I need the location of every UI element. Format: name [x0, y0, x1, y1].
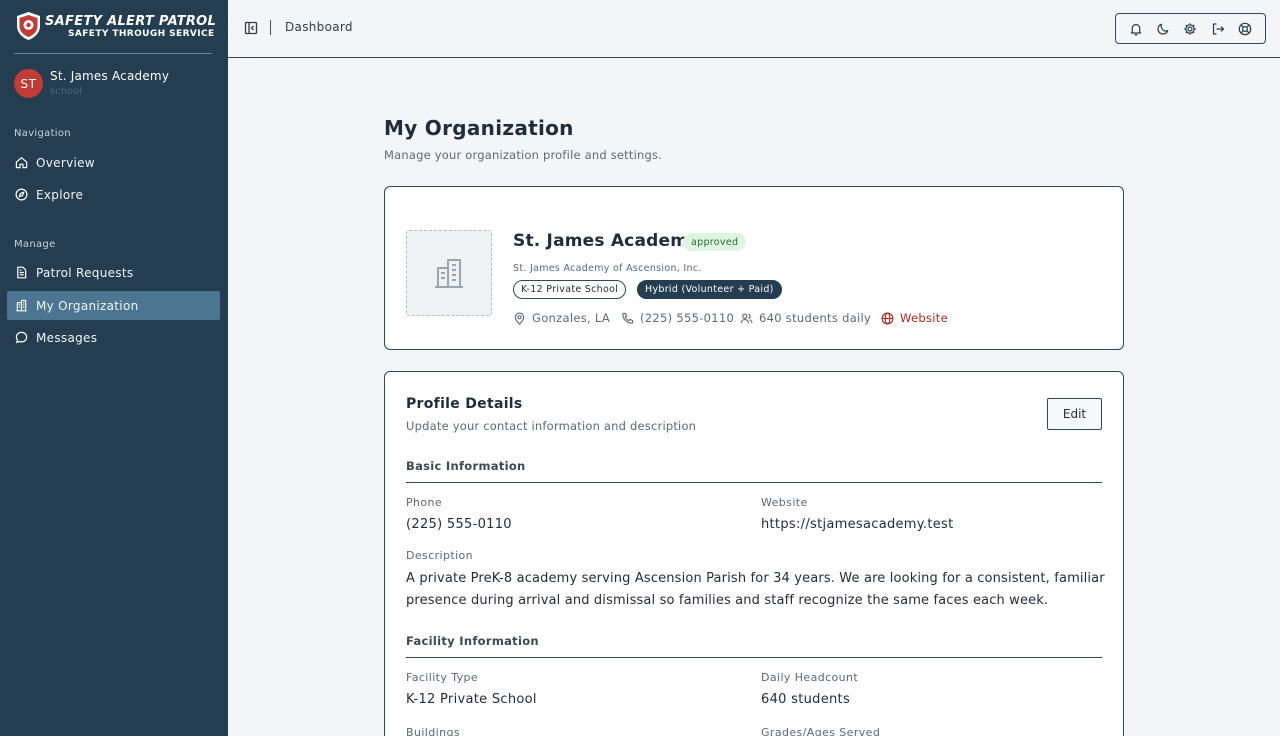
- description-value: A private PreK-8 academy serving Ascensi…: [406, 571, 1105, 608]
- profile-details-card: Profile Details Update your contact info…: [384, 371, 1124, 736]
- document-icon: [17, 266, 27, 279]
- sidebar-item-label: My Organization: [36, 298, 139, 313]
- support-icon[interactable]: [1238, 22, 1252, 36]
- organization-image-placeholder[interactable]: [406, 230, 492, 316]
- sidebar-item-label: Messages: [36, 330, 98, 345]
- website-link[interactable]: Website: [881, 311, 948, 325]
- avatar: ST: [14, 69, 43, 98]
- phone-value: (225) 555-0110: [406, 517, 512, 532]
- message-icon: [15, 331, 28, 344]
- phone-label: Phone: [406, 496, 443, 509]
- buildings-label: Buildings: [406, 726, 460, 736]
- brand-title: SAFETY ALERT PATROL: [45, 14, 217, 29]
- staffing-model-tag: Hybrid (Volunteer + Paid): [637, 280, 782, 299]
- phone: (225) 555-0110: [621, 311, 734, 325]
- facility-information-heading: Facility Information: [406, 634, 539, 648]
- organization-name: St. James Academy: [513, 231, 700, 251]
- brand-subtitle: SAFETY THROUGH SERVICE: [68, 29, 215, 39]
- status-badge: approved: [683, 233, 747, 251]
- divider: [406, 657, 1102, 658]
- sidebar-item-patrol-requests[interactable]: Patrol Requests: [7, 258, 220, 287]
- org-switcher[interactable]: ST St. James Academy school: [14, 68, 214, 100]
- edit-button[interactable]: Edit: [1047, 398, 1102, 430]
- facility-type-value: K-12 Private School: [406, 692, 537, 707]
- building-icon: [16, 299, 27, 312]
- description-label: Description: [406, 549, 474, 562]
- sidebar-item-label: Explore: [36, 187, 84, 202]
- phone-icon: [622, 312, 634, 324]
- header-actions: [1115, 13, 1266, 44]
- org-switcher-type: school: [50, 86, 83, 97]
- breadcrumb-separator: [270, 20, 271, 35]
- basic-information-heading: Basic Information: [406, 459, 526, 473]
- shield-logo-icon: [17, 12, 40, 40]
- org-switcher-name: St. James Academy: [50, 69, 170, 83]
- daily-headcount-label: Daily Headcount: [761, 671, 859, 684]
- sidebar-item-overview[interactable]: Overview: [7, 148, 220, 177]
- sidebar-item-label: Patrol Requests: [36, 265, 134, 280]
- daily-headcount-value: 640 students: [761, 692, 851, 707]
- nav-section-navigation: Navigation: [14, 128, 71, 139]
- gear-icon[interactable]: [1183, 22, 1197, 36]
- grades-served-label: Grades/Ages Served: [761, 726, 881, 736]
- facility-type-tag: K-12 Private School: [513, 280, 627, 299]
- page-title: My Organization: [384, 116, 574, 140]
- compass-icon: [15, 188, 28, 201]
- sidebar: SAFETY ALERT PATROL SAFETY THROUGH SERVI…: [0, 0, 228, 736]
- moon-icon[interactable]: [1156, 22, 1170, 36]
- page-subtitle: Manage your organization profile and set…: [384, 148, 662, 162]
- sidebar-item-explore[interactable]: Explore: [7, 180, 220, 209]
- sidebar-item-messages[interactable]: Messages: [7, 323, 220, 352]
- student-count: 640 students daily: [740, 311, 871, 325]
- top-bar: Dashboard: [228, 0, 1280, 58]
- building-icon: [435, 259, 463, 288]
- map-pin-icon: [514, 312, 525, 325]
- website-value: https://stjamesacademy.test: [761, 517, 954, 532]
- organization-summary-card: St. James Academy approved St. James Aca…: [384, 186, 1124, 350]
- website-label: Website: [761, 496, 808, 509]
- legal-name: St. James Academy of Ascension, Inc.: [513, 263, 702, 274]
- sidebar-item-label: Overview: [36, 155, 95, 170]
- bell-icon[interactable]: [1129, 22, 1143, 36]
- users-icon: [740, 313, 753, 323]
- section-subtitle: Update your contact information and desc…: [406, 419, 697, 433]
- logout-icon[interactable]: [1211, 22, 1225, 36]
- home-icon: [15, 157, 28, 169]
- sidebar-item-my-organization[interactable]: My Organization: [7, 291, 220, 320]
- breadcrumb[interactable]: Dashboard: [285, 20, 353, 34]
- brand[interactable]: SAFETY ALERT PATROL SAFETY THROUGH SERVI…: [14, 10, 216, 54]
- facility-type-label: Facility Type: [406, 671, 479, 684]
- location: Gonzales, LA: [513, 311, 610, 325]
- nav-section-manage: Manage: [14, 239, 56, 250]
- globe-icon: [881, 312, 894, 324]
- sidebar-toggle-icon[interactable]: [244, 21, 258, 35]
- divider: [406, 482, 1102, 483]
- section-title: Profile Details: [406, 396, 523, 412]
